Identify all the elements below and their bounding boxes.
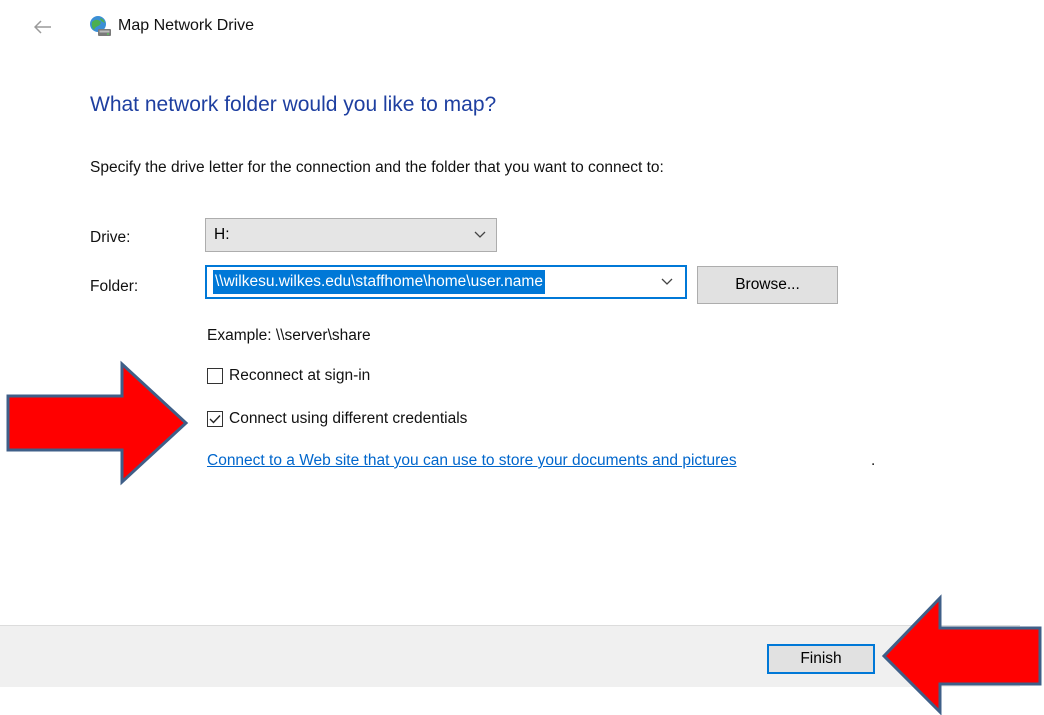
example-text: Example: \\server\share xyxy=(207,327,371,344)
checkmark-icon xyxy=(209,415,221,424)
annotation-arrow-right-icon xyxy=(881,594,1042,715)
folder-input[interactable]: \\wilkesu.wilkes.edu\staffhome\home\user… xyxy=(205,265,687,299)
page-heading: What network folder would you like to ma… xyxy=(90,93,497,116)
drive-select[interactable]: H: xyxy=(205,218,497,252)
network-drive-icon xyxy=(88,14,112,38)
credentials-checkbox[interactable] xyxy=(207,411,223,427)
back-button[interactable] xyxy=(30,14,56,40)
credentials-checkbox-row[interactable]: Connect using different credentials xyxy=(207,410,467,428)
folder-dropdown-button[interactable] xyxy=(657,278,677,286)
chevron-down-icon xyxy=(474,231,486,238)
instruction-text: Specify the drive letter for the connect… xyxy=(90,159,664,176)
credentials-label: Connect using different credentials xyxy=(229,410,468,427)
annotation-arrow-left-icon xyxy=(6,360,189,486)
drive-select-value: H: xyxy=(214,226,230,243)
chevron-down-icon xyxy=(661,278,673,285)
reconnect-checkbox-row[interactable]: Reconnect at sign-in xyxy=(207,367,370,385)
browse-button[interactable]: Browse... xyxy=(697,266,838,304)
finish-button[interactable]: Finish xyxy=(767,644,875,674)
web-link-period: . xyxy=(871,452,876,469)
folder-label: Folder: xyxy=(90,278,139,295)
folder-input-value: \\wilkesu.wilkes.edu\staffhome\home\user… xyxy=(213,270,545,294)
reconnect-label: Reconnect at sign-in xyxy=(229,367,371,384)
back-arrow-icon xyxy=(34,20,51,34)
reconnect-checkbox[interactable] xyxy=(207,368,223,384)
web-site-link[interactable]: Connect to a Web site that you can use t… xyxy=(207,452,737,470)
drive-label: Drive: xyxy=(90,229,131,246)
window-title: Map Network Drive xyxy=(118,17,255,34)
